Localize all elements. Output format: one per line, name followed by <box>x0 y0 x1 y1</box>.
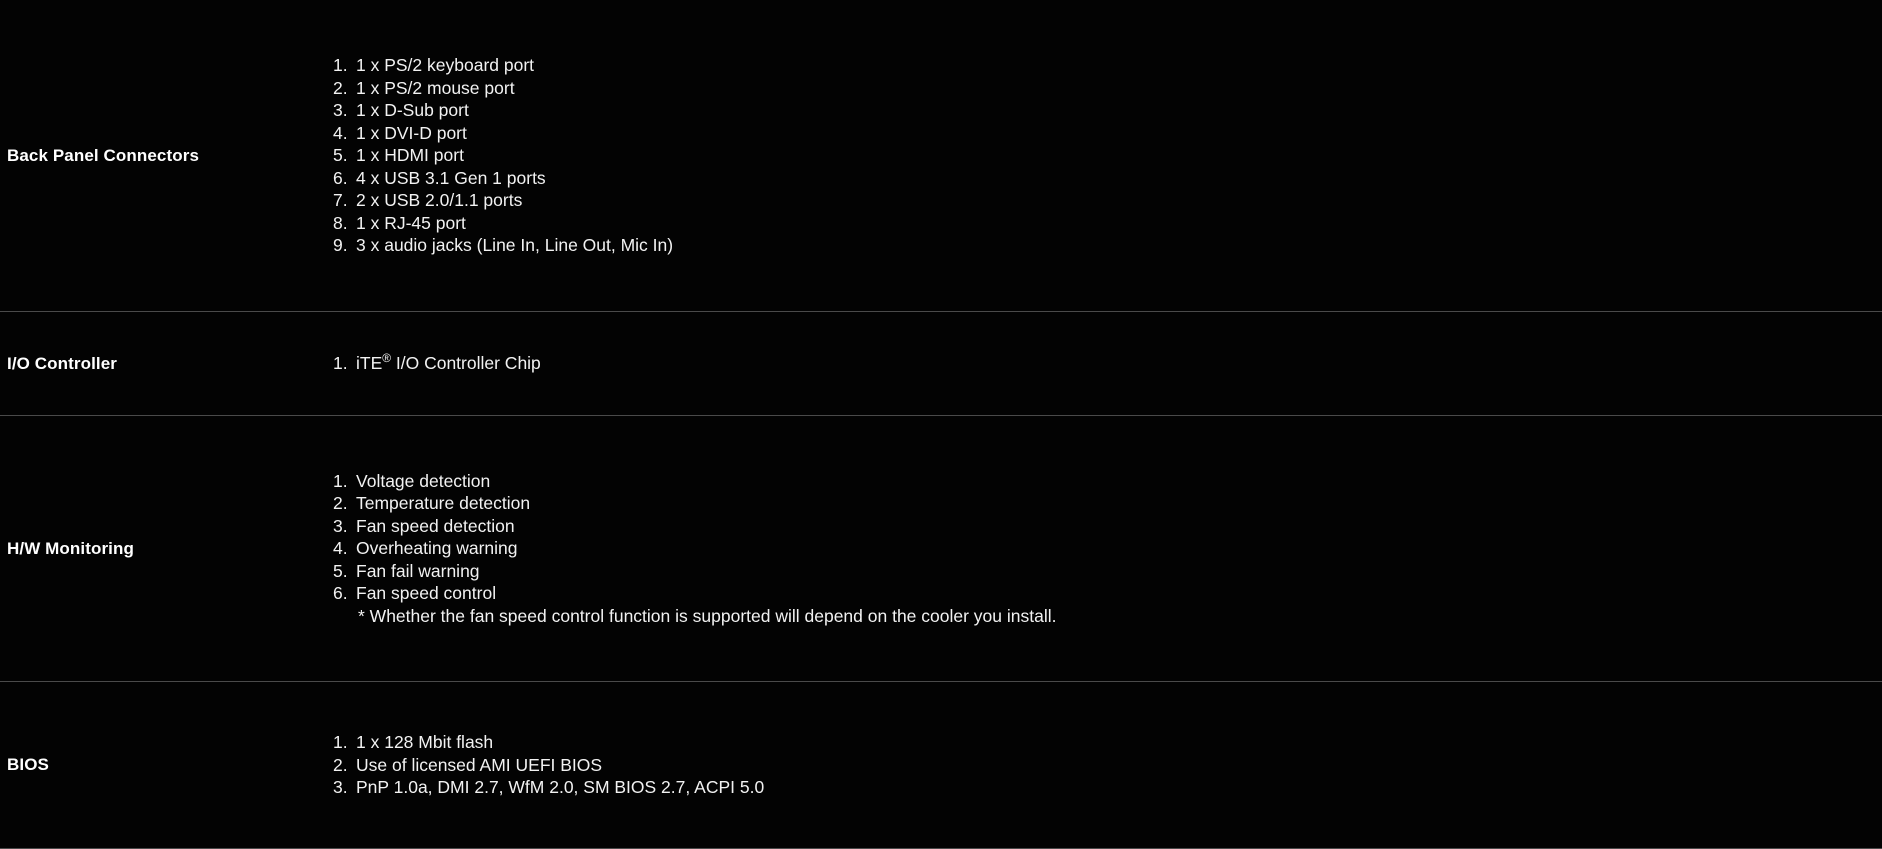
list-item-text: 4 x USB 3.1 Gen 1 ports <box>356 167 546 188</box>
list-item-text: Use of licensed AMI UEFI BIOS <box>356 754 603 775</box>
list-item: 6. 4 x USB 3.1 Gen 1 ports <box>333 167 1862 190</box>
list-item-text: Overheating warning <box>356 538 518 559</box>
list-item: 1. iTE® I/O Controller Chip <box>333 352 1862 375</box>
list-item-number: 9. <box>333 235 348 256</box>
spec-row-hw-monitoring: H/W Monitoring 1. Voltage detection 2. T… <box>0 416 1882 682</box>
list-item: 9. 3 x audio jacks (Line In, Line Out, M… <box>333 234 1862 257</box>
spec-note-fan-speed-control: * Whether the fan speed control function… <box>358 605 1057 626</box>
list-item-number: 2. <box>333 754 348 775</box>
list-item-number: 3. <box>333 100 348 121</box>
list-item: 7. 2 x USB 2.0/1.1 ports <box>333 189 1862 212</box>
spec-row-bios: BIOS 1. 1 x 128 Mbit flash 2. Use of lic… <box>0 682 1882 849</box>
io-chip-description: I/O Controller Chip <box>391 353 541 374</box>
list-item-number: 6. <box>333 167 348 188</box>
list-item-text: 1 x PS/2 keyboard port <box>356 55 535 76</box>
spec-value-back-panel-connectors: 1. 1 x PS/2 keyboard port 2. 1 x PS/2 mo… <box>333 54 1882 257</box>
list-item-text: 2 x USB 2.0/1.1 ports <box>356 190 523 211</box>
list-item-number: 3. <box>333 777 348 798</box>
spec-list-bios: 1. 1 x 128 Mbit flash 2. Use of licensed… <box>333 731 1862 799</box>
list-item-text: Fan fail warning <box>356 560 480 581</box>
list-item: 1. 1 x 128 Mbit flash <box>333 731 1862 754</box>
spec-label-io-controller: I/O Controller <box>7 353 118 373</box>
list-item-text: 3 x audio jacks (Line In, Line Out, Mic … <box>356 235 674 256</box>
list-item-text: 1 x 128 Mbit flash <box>356 732 494 753</box>
spec-label-hw-monitoring: H/W Monitoring <box>7 538 134 558</box>
list-item: 4. 1 x DVI-D port <box>333 122 1862 145</box>
list-item-number: 1. <box>333 353 348 374</box>
specification-table: Back Panel Connectors 1. 1 x PS/2 keyboa… <box>0 0 1882 849</box>
spec-value-bios: 1. 1 x 128 Mbit flash 2. Use of licensed… <box>333 731 1882 799</box>
list-item-text: Voltage detection <box>356 470 491 491</box>
registered-trademark-symbol: ® <box>382 351 392 366</box>
spec-label-back-panel-connectors: Back Panel Connectors <box>7 145 199 165</box>
list-item-number: 4. <box>333 538 348 559</box>
list-item: 4. Overheating warning <box>333 537 1862 560</box>
spec-list-hw-monitoring: 1. Voltage detection 2. Temperature dete… <box>333 470 1862 605</box>
list-item-text: 1 x D-Sub port <box>356 100 469 121</box>
list-item-text: 1 x HDMI port <box>356 145 464 166</box>
list-item: 6. Fan speed control <box>333 582 1862 605</box>
spec-list-back-panel-connectors: 1. 1 x PS/2 keyboard port 2. 1 x PS/2 mo… <box>333 54 1862 257</box>
list-item: 5. 1 x HDMI port <box>333 144 1862 167</box>
list-item-number: 1. <box>333 732 348 753</box>
list-item: 8. 1 x RJ-45 port <box>333 212 1862 235</box>
list-item-number: 5. <box>333 560 348 581</box>
list-item: 3. PnP 1.0a, DMI 2.7, WfM 2.0, SM BIOS 2… <box>333 776 1862 799</box>
list-item-number: 1. <box>333 470 348 491</box>
list-item: 2. Temperature detection <box>333 492 1862 515</box>
list-item-text: 1 x DVI-D port <box>356 122 467 143</box>
spec-label-bios: BIOS <box>7 755 49 775</box>
io-chip-vendor: iTE <box>356 353 383 374</box>
list-item: 3. Fan speed detection <box>333 515 1862 538</box>
list-item: 5. Fan fail warning <box>333 560 1862 583</box>
list-item-number: 3. <box>333 515 348 536</box>
spec-row-back-panel-connectors: Back Panel Connectors 1. 1 x PS/2 keyboa… <box>0 0 1882 312</box>
list-item-number: 1. <box>333 55 348 76</box>
list-item: 3. 1 x D-Sub port <box>333 99 1862 122</box>
list-item-text: 1 x RJ-45 port <box>356 212 466 233</box>
list-item-number: 5. <box>333 145 348 166</box>
list-item-text: PnP 1.0a, DMI 2.7, WfM 2.0, SM BIOS 2.7,… <box>356 777 765 798</box>
list-item: 2. 1 x PS/2 mouse port <box>333 77 1862 100</box>
list-item-number: 7. <box>333 190 348 211</box>
list-item-text: Fan speed control <box>356 583 497 604</box>
list-item: 1. 1 x PS/2 keyboard port <box>333 54 1862 77</box>
list-item: 2. Use of licensed AMI UEFI BIOS <box>333 754 1862 777</box>
list-item: 1. Voltage detection <box>333 470 1862 493</box>
list-item-number: 2. <box>333 493 348 514</box>
list-item-number: 4. <box>333 122 348 143</box>
spec-row-io-controller: I/O Controller 1. iTE® I/O Controller Ch… <box>0 312 1882 416</box>
spec-list-io-controller: 1. iTE® I/O Controller Chip <box>333 352 1862 375</box>
list-item-text: Temperature detection <box>356 493 531 514</box>
list-item-text: Fan speed detection <box>356 515 515 536</box>
list-item-number: 8. <box>333 212 348 233</box>
spec-value-io-controller: 1. iTE® I/O Controller Chip <box>333 352 1882 375</box>
list-item-number: 6. <box>333 583 348 604</box>
list-item-number: 2. <box>333 77 348 98</box>
spec-value-hw-monitoring: 1. Voltage detection 2. Temperature dete… <box>333 470 1882 628</box>
list-item-text: 1 x PS/2 mouse port <box>356 77 515 98</box>
list-item-text: iTE® I/O Controller Chip <box>356 352 541 375</box>
